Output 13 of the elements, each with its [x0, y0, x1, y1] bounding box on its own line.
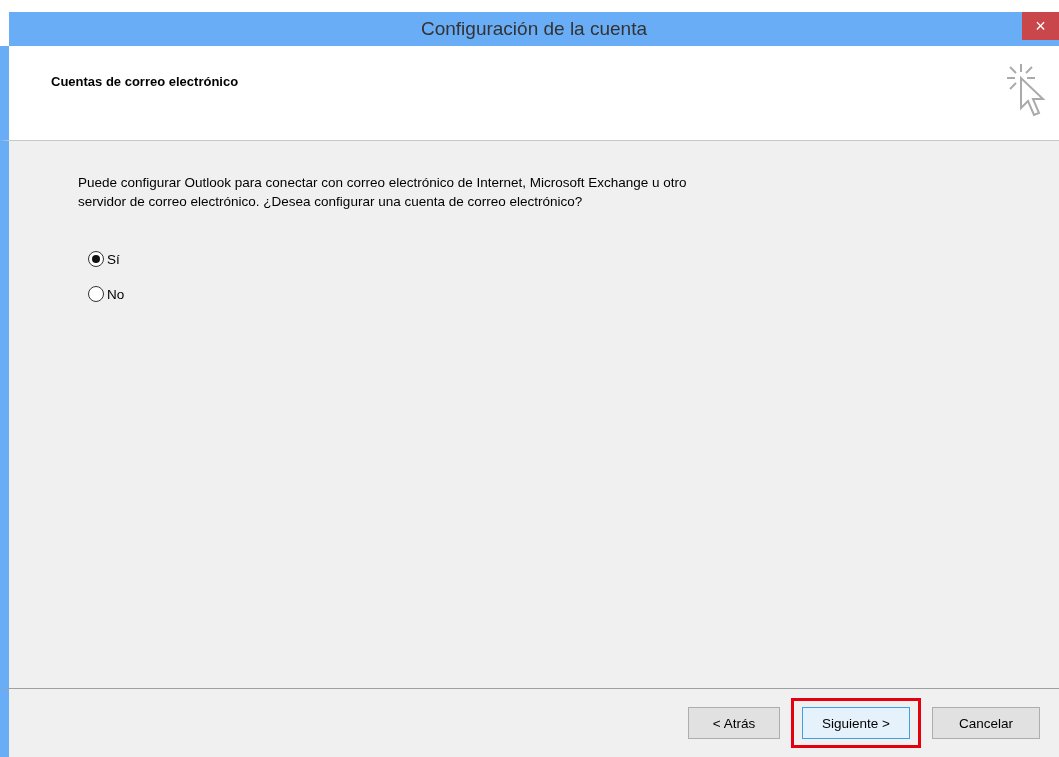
description-text: Puede configurar Outlook para conectar con correo electrónico de Internet, Microsoft Exchange u otro servidor de correo electrónico. ¿Desea configurar una cuenta de correo electrónico? — [78, 174, 688, 211]
radio-option[interactable]: No — [88, 286, 1059, 302]
radio-option[interactable]: Sí — [88, 251, 1059, 267]
option-label: No — [107, 286, 125, 302]
dialog-button[interactable]: Siguiente > — [802, 707, 910, 739]
close-button[interactable]: × — [1022, 12, 1059, 40]
option-label: Sí — [107, 251, 120, 267]
window-title: Configuración de la cuenta — [420, 18, 647, 40]
dialog-button[interactable]: < Atrás — [688, 707, 780, 739]
radio-button[interactable] — [88, 286, 104, 302]
dialog-button[interactable]: Cancelar — [932, 707, 1040, 739]
radio-button[interactable] — [88, 251, 104, 267]
header-title: Cuentas de correo electrónico — [51, 74, 239, 89]
